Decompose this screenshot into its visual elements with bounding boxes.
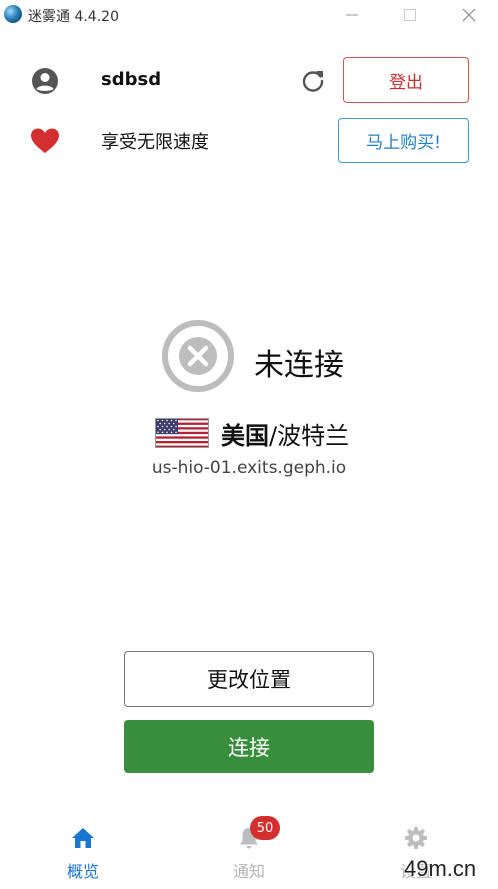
heart-icon	[31, 128, 59, 153]
nav-overview[interactable]: 概览	[43, 826, 123, 886]
change-location-button[interactable]: 更改位置	[124, 651, 374, 707]
nav-overview-label: 概览	[66, 862, 99, 881]
promo-text: 享受无限速度	[101, 132, 209, 153]
exit-city: /波特兰	[269, 422, 350, 450]
notification-count-badge: 50	[250, 816, 280, 840]
minimize-button[interactable]	[340, 4, 364, 26]
window-title: 迷雾通 4.4.20	[28, 9, 119, 25]
close-button[interactable]	[457, 4, 481, 26]
connection-state: 未连接	[254, 348, 344, 383]
logout-button[interactable]: 登出	[343, 57, 469, 103]
nav-notifications-label: 通知	[232, 862, 265, 881]
username: sdbsd	[101, 69, 162, 90]
exit-location: 美国/波特兰	[221, 416, 349, 451]
app-logo-icon	[4, 5, 22, 23]
account-circle-icon	[32, 68, 58, 94]
us-flag-icon	[155, 418, 209, 448]
title-bar: 迷雾通 4.4.20	[0, 0, 498, 30]
maximize-button[interactable]	[398, 4, 422, 26]
buy-now-button[interactable]: 马上购买!	[338, 118, 469, 163]
home-icon	[72, 828, 94, 848]
connect-button[interactable]: 连接	[124, 720, 374, 773]
watermark: 49m.cn	[404, 856, 477, 881]
disconnected-x-icon	[162, 320, 234, 392]
exit-country: 美国	[221, 422, 269, 450]
gear-icon	[405, 827, 427, 849]
refresh-icon[interactable]	[300, 68, 326, 94]
exit-server: us-hio-01.exits.geph.io	[151, 458, 347, 478]
